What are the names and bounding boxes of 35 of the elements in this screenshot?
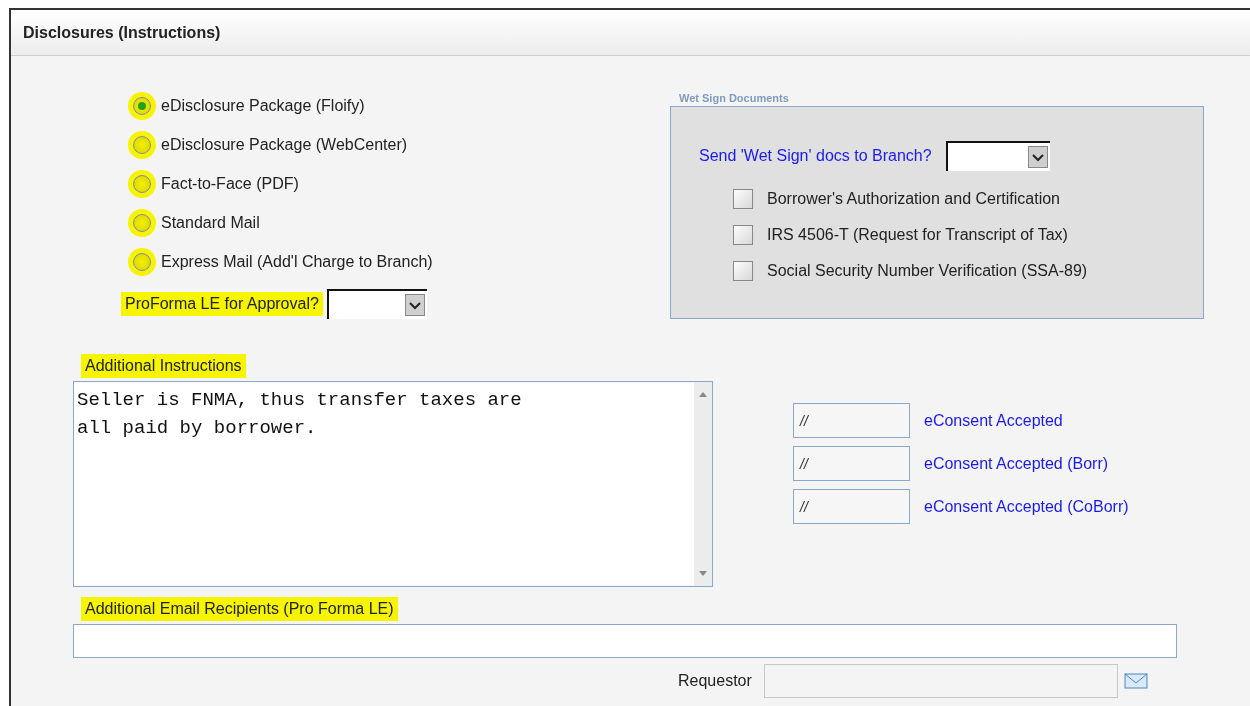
requestor-label: Requestor	[678, 672, 752, 690]
dropdown-caret-icon	[1027, 146, 1048, 168]
econsent-label: eConsent Accepted (Borr)	[924, 454, 1109, 473]
email-recipients-label: Additional Email Recipients (Pro Forma LE)	[81, 597, 398, 621]
checkbox[interactable]	[733, 189, 753, 209]
checkbox-label: Borrower's Authorization and Certification	[767, 190, 1060, 208]
wet-sign-question: Send 'Wet Sign' docs to Branch?	[699, 147, 932, 165]
envelope-icon[interactable]	[1123, 672, 1148, 690]
scroll-up-icon[interactable]	[698, 390, 708, 398]
requestor-field[interactable]	[763, 664, 1118, 698]
econsent-label: eConsent Accepted	[924, 411, 1063, 430]
date-field[interactable]: //	[793, 403, 910, 438]
checkbox[interactable]	[733, 261, 753, 281]
proforma-label: ProForma LE for Approval?	[121, 292, 323, 316]
scroll-down-icon[interactable]	[698, 570, 708, 578]
instructions-textarea[interactable]: Seller is FNMA, thus transfer taxes are all paid by borrower.	[73, 381, 713, 587]
checkbox[interactable]	[733, 225, 753, 245]
radio-label: eDisclosure Package (Floify)	[161, 96, 365, 115]
checkbox-label: Social Security Number Verification (SSA-89)	[767, 262, 1088, 280]
instructions-label: Additional Instructions	[81, 354, 246, 378]
email-recipients-field[interactable]	[73, 624, 1177, 658]
panel-title: Disclosures (Instructions)	[23, 23, 221, 42]
checkbox-label: IRS 4506-T (Request for Transcript of Tax)	[767, 226, 1068, 244]
radio-label: Express Mail (Add'l Charge to Branch)	[161, 252, 433, 271]
econsent-label: eConsent Accepted (CoBorr)	[924, 497, 1129, 516]
radio-label: Fact-to-Face (PDF)	[161, 174, 299, 193]
scrollbar[interactable]	[694, 382, 712, 586]
date-field[interactable]: //	[793, 446, 910, 481]
wet-sign-dropdown[interactable]	[945, 141, 1050, 171]
dropdown-caret-icon	[404, 294, 425, 316]
group-legend: Wet Sign Documents	[679, 92, 1204, 104]
radio-label: Standard Mail	[161, 213, 260, 232]
approval-dropdown[interactable]	[326, 289, 427, 319]
radio-label: eDisclosure Package (WebCenter)	[161, 135, 408, 154]
date-field[interactable]: //	[793, 489, 910, 524]
